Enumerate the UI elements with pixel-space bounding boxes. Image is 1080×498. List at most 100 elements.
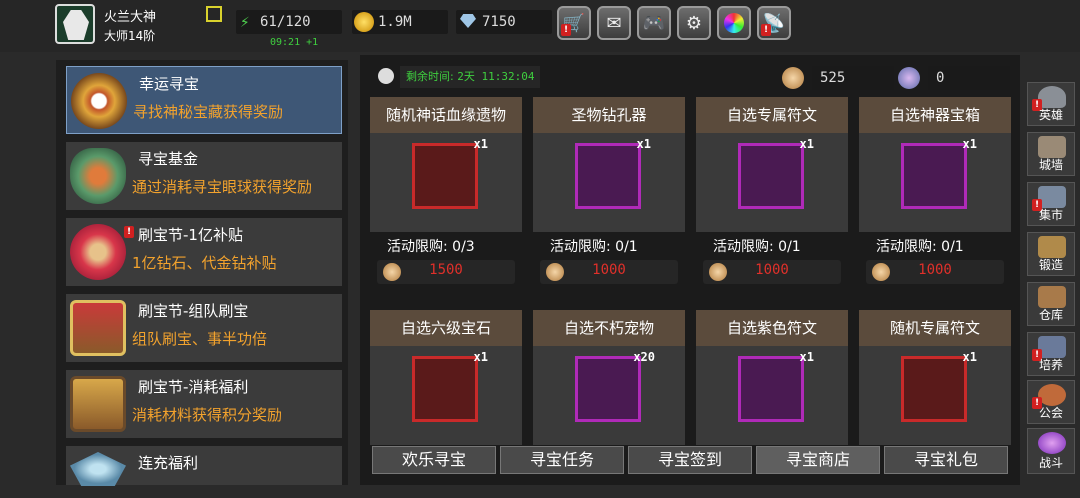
nav-hero[interactable]: ! 英雄 xyxy=(1027,82,1075,126)
item-title: 圣物钻孔器 xyxy=(533,97,685,133)
tab-treasure-shop[interactable]: 寻宝商店 xyxy=(756,446,880,474)
item-title: 随机神话血缘遗物 xyxy=(370,97,522,133)
sidebar-item-title: 幸运寻宝 xyxy=(139,75,200,93)
sidebar-item-recharge[interactable]: 连充福利 xyxy=(66,446,342,486)
lightning-icon: ⚡ xyxy=(240,12,250,31)
purchase-limit: 活动限购: 0/1 xyxy=(550,239,638,255)
item-qty: x1 xyxy=(473,350,488,364)
price-value: 1000 xyxy=(918,262,952,278)
drill-icon xyxy=(575,143,641,209)
nav-warehouse[interactable]: 仓库 xyxy=(1027,282,1075,326)
energy-display: ⚡ 61/120 xyxy=(236,10,342,34)
shop-item-card[interactable]: 自选六级宝石 x1 xyxy=(370,310,522,445)
tab-treasure-gift[interactable]: 寻宝礼包 xyxy=(884,446,1008,474)
nav-market[interactable]: ! 集市 xyxy=(1027,182,1075,226)
avatar-face-icon xyxy=(63,10,89,40)
purchase-limit: 活动限购: 0/1 xyxy=(713,239,801,255)
artifact-chest-icon xyxy=(901,143,967,209)
tab-treasure-signin[interactable]: 寻宝签到 xyxy=(628,446,752,474)
buy-button[interactable]: 1000 xyxy=(540,260,678,284)
sidebar-item-subtitle: 寻找神秘宝藏获得奖励 xyxy=(133,103,284,121)
edit-icon[interactable] xyxy=(206,6,222,22)
mail-button[interactable]: ✉ xyxy=(597,6,631,40)
gem-chest-icon xyxy=(412,356,478,422)
item-qty: x1 xyxy=(799,137,814,151)
crystal-icon xyxy=(70,452,126,486)
player-avatar[interactable] xyxy=(55,4,95,44)
diamond-display: 7150 xyxy=(456,10,552,34)
nav-cultivate[interactable]: ! 培养 xyxy=(1027,332,1075,376)
remaining-label: 剩余时间: xyxy=(406,70,454,83)
alert-icon: ! xyxy=(761,24,771,36)
nav-label: 仓库 xyxy=(1038,308,1063,322)
broadcast-button[interactable]: 📡! xyxy=(757,6,791,40)
gold-coin-icon xyxy=(354,12,374,32)
item-qty: x20 xyxy=(633,350,655,364)
sidebar-item-title: 刷宝节-组队刷宝 xyxy=(138,302,249,320)
price-value: 1000 xyxy=(592,262,626,278)
anvil-icon xyxy=(1038,236,1066,258)
alert-icon: ! xyxy=(561,24,571,36)
sidebar-item-title: 刷宝节-1亿补贴 xyxy=(138,226,243,244)
item-title: 自选神器宝箱 xyxy=(859,97,1011,133)
seal-coin-icon xyxy=(782,67,804,89)
shop-item-card[interactable]: 自选专属符文 x1 xyxy=(696,97,848,232)
mail-icon: ✉ xyxy=(606,12,622,34)
nav-wall[interactable]: 城墙 xyxy=(1027,132,1075,176)
tab-joy-treasure[interactable]: 欢乐寻宝 xyxy=(372,446,496,474)
buy-button[interactable]: 1000 xyxy=(866,260,1004,284)
purchase-limit: 活动限购: 0/1 xyxy=(876,239,964,255)
nav-label: 培养 xyxy=(1038,358,1063,372)
shop-item-card[interactable]: 随机专属符文 x1 xyxy=(859,310,1011,445)
nav-label: 集市 xyxy=(1038,208,1063,222)
alert-icon: ! xyxy=(124,226,134,238)
event-sidebar: 幸运寻宝 寻找神秘宝藏获得奖励 寻宝基金 通过消耗寻宝眼球获得奖励 ! 刷宝节-… xyxy=(56,60,348,486)
nav-label: 战斗 xyxy=(1038,456,1063,470)
color-button[interactable] xyxy=(717,6,751,40)
price-value: 1000 xyxy=(755,262,789,278)
nav-forge[interactable]: 锻造 xyxy=(1027,232,1075,276)
gamepad-button[interactable]: 🎮 xyxy=(637,6,671,40)
red-chest-icon xyxy=(70,300,126,356)
shop-item-card[interactable]: 自选神器宝箱 x1 xyxy=(859,97,1011,232)
sidebar-item-lucky-treasure[interactable]: 幸运寻宝 寻找神秘宝藏获得奖励 xyxy=(66,66,342,134)
sidebar-item-treasure-fund[interactable]: 寻宝基金 通过消耗寻宝眼球获得奖励 xyxy=(66,142,342,210)
item-title: 自选六级宝石 xyxy=(370,310,522,346)
shop-item-card[interactable]: 圣物钻孔器 x1 xyxy=(533,97,685,232)
settings-button[interactable]: ⚙ xyxy=(677,6,711,40)
buy-button[interactable]: 1500 xyxy=(377,260,515,284)
market-icon xyxy=(1038,186,1066,208)
diamond-icon xyxy=(460,14,476,28)
relic-chest-icon xyxy=(412,143,478,209)
nav-label: 锻造 xyxy=(1038,258,1063,272)
sidebar-item-subsidy[interactable]: ! 刷宝节-1亿补贴 1亿钻石、代金钻补贴 xyxy=(66,218,342,286)
price-value: 1500 xyxy=(429,262,463,278)
energy-value: 61/120 xyxy=(260,14,311,30)
portal-icon xyxy=(1038,432,1066,454)
shop-button[interactable]: 🛒! xyxy=(557,6,591,40)
nav-guild[interactable]: ! 公会 xyxy=(1027,380,1075,424)
remaining-value: 2天 11:32:04 xyxy=(457,70,535,83)
currency2-value: 0 xyxy=(928,66,1010,90)
gold-display: 1.9M xyxy=(352,10,448,34)
sidebar-item-consume-bonus[interactable]: 刷宝节-消耗福利 消耗材料获得积分奖励 xyxy=(66,370,342,438)
nav-battle[interactable]: 战斗 xyxy=(1027,428,1075,474)
shop-item-card[interactable]: 随机神话血缘遗物 x1 xyxy=(370,97,522,232)
red-flower-icon xyxy=(70,224,126,280)
player-rank: 大师14阶 xyxy=(104,29,156,43)
item-qty: x1 xyxy=(962,350,977,364)
sidebar-item-team-farming[interactable]: 刷宝节-组队刷宝 组队刷宝、事半功倍 xyxy=(66,294,342,362)
sidebar-item-subtitle: 组队刷宝、事半功倍 xyxy=(132,330,268,348)
nav-label: 英雄 xyxy=(1038,108,1063,122)
tab-treasure-tasks[interactable]: 寻宝任务 xyxy=(500,446,624,474)
purchase-limit: 活动限购: 0/3 xyxy=(387,239,475,255)
shop-item-card[interactable]: 自选紫色符文 x1 xyxy=(696,310,848,445)
shop-item-card[interactable]: 自选不朽宠物 x20 xyxy=(533,310,685,445)
currency1-value: 525 xyxy=(812,66,894,90)
nav-label: 公会 xyxy=(1038,406,1063,420)
item-qty: x1 xyxy=(636,137,651,151)
pet-chest-icon xyxy=(575,356,641,422)
buy-button[interactable]: 1000 xyxy=(703,260,841,284)
crate-icon xyxy=(1038,286,1066,308)
item-qty: x1 xyxy=(473,137,488,151)
